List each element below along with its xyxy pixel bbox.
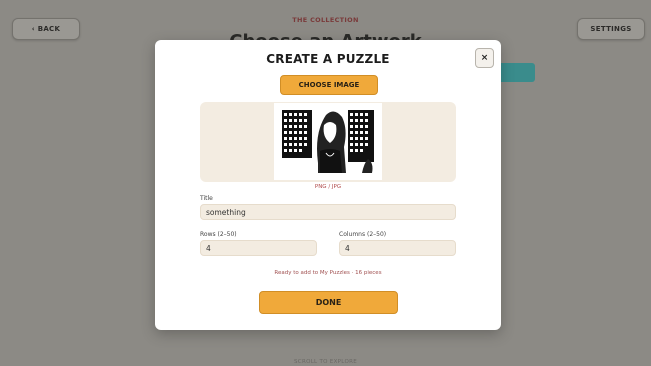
columns-input[interactable]	[339, 240, 456, 256]
settings-button[interactable]: SETTINGS	[577, 18, 645, 40]
choose-image-button[interactable]: CHOOSE IMAGE	[280, 75, 378, 95]
rows-input[interactable]	[200, 240, 317, 256]
modal-title: CREATE A PUZZLE	[266, 52, 390, 66]
title-input[interactable]	[200, 204, 456, 220]
preview-artwork-icon	[274, 103, 382, 180]
file-type-hint: PNG / JPG	[314, 184, 342, 190]
title-label: Title	[200, 195, 213, 202]
status-text: Ready to add to My Puzzles · 16 pieces	[274, 270, 382, 276]
done-button[interactable]: DONE	[259, 291, 398, 314]
image-preview	[274, 103, 382, 180]
rows-label: Rows (2–50)	[200, 231, 237, 238]
collection-label: THE COLLECTION	[292, 16, 359, 24]
background-teal-button[interactable]	[497, 63, 535, 82]
columns-label: Columns (2–50)	[339, 231, 387, 238]
scroll-hint: SCROLL TO EXPLORE	[294, 359, 357, 365]
create-puzzle-modal: × CREATE A PUZZLE CHOOSE IMAGE PNG / JPG…	[155, 40, 501, 330]
image-preview-area	[200, 102, 456, 182]
